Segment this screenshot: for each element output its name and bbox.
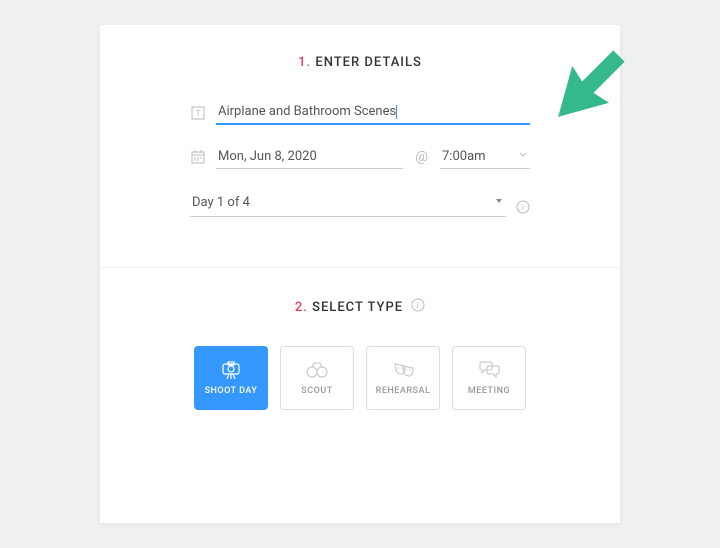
calendar-icon xyxy=(190,149,206,165)
chat-icon xyxy=(477,360,501,380)
type-scout[interactable]: SCOUT xyxy=(280,346,354,410)
section-divider xyxy=(100,267,620,268)
svg-text:i: i xyxy=(522,203,524,212)
section-2-title: 2. SELECT TYPE i xyxy=(140,298,580,316)
day-select[interactable]: Day 1 of 4 xyxy=(190,189,506,217)
type-label: MEETING xyxy=(468,386,510,396)
day-value: Day 1 of 4 xyxy=(192,195,494,210)
chevron-down-icon xyxy=(518,149,528,164)
info-icon[interactable]: i xyxy=(411,298,425,316)
text-icon: T xyxy=(190,105,206,121)
info-icon[interactable]: i xyxy=(516,199,530,218)
masks-icon xyxy=(391,360,415,380)
step-number-1: 1. xyxy=(298,55,311,70)
title-field-row: T Airplane and Bathroom Scenes xyxy=(190,100,530,125)
form-card: 1. ENTER DETAILS T Airplane and Bathroom… xyxy=(100,25,620,523)
type-label: SHOOT DAY xyxy=(205,386,258,396)
binoculars-icon xyxy=(305,360,329,380)
camera-icon xyxy=(219,360,243,380)
time-select[interactable]: 7:00am xyxy=(440,145,530,169)
title-input[interactable]: Airplane and Bathroom Scenes xyxy=(216,100,530,125)
details-form: T Airplane and Bathroom Scenes Mon, Jun … xyxy=(190,100,530,227)
svg-text:T: T xyxy=(196,109,201,118)
at-separator: @ xyxy=(415,149,428,165)
svg-text:i: i xyxy=(417,301,420,310)
type-shoot-day[interactable]: SHOOT DAY xyxy=(194,346,268,410)
pointer-arrow-icon xyxy=(510,15,660,165)
date-field[interactable]: Mon, Jun 8, 2020 xyxy=(190,145,403,169)
step-title-1: ENTER DETAILS xyxy=(315,55,422,70)
caret-down-icon xyxy=(494,195,504,210)
date-input-value: Mon, Jun 8, 2020 xyxy=(216,145,403,169)
type-rehearsal[interactable]: REHEARSAL xyxy=(366,346,440,410)
type-meeting[interactable]: MEETING xyxy=(452,346,526,410)
section-1-title: 1. ENTER DETAILS xyxy=(140,55,580,70)
date-time-row: Mon, Jun 8, 2020 @ 7:00am xyxy=(190,145,530,169)
step-title-2: SELECT TYPE xyxy=(312,300,403,315)
step-number-2: 2. xyxy=(295,300,308,315)
type-label: SCOUT xyxy=(301,386,332,396)
type-grid: SHOOT DAY SCOUT REHEARSAL MEETING xyxy=(140,346,580,410)
type-label: REHEARSAL xyxy=(376,386,431,396)
time-value: 7:00am xyxy=(442,149,486,164)
title-input-value: Airplane and Bathroom Scenes xyxy=(218,104,396,119)
